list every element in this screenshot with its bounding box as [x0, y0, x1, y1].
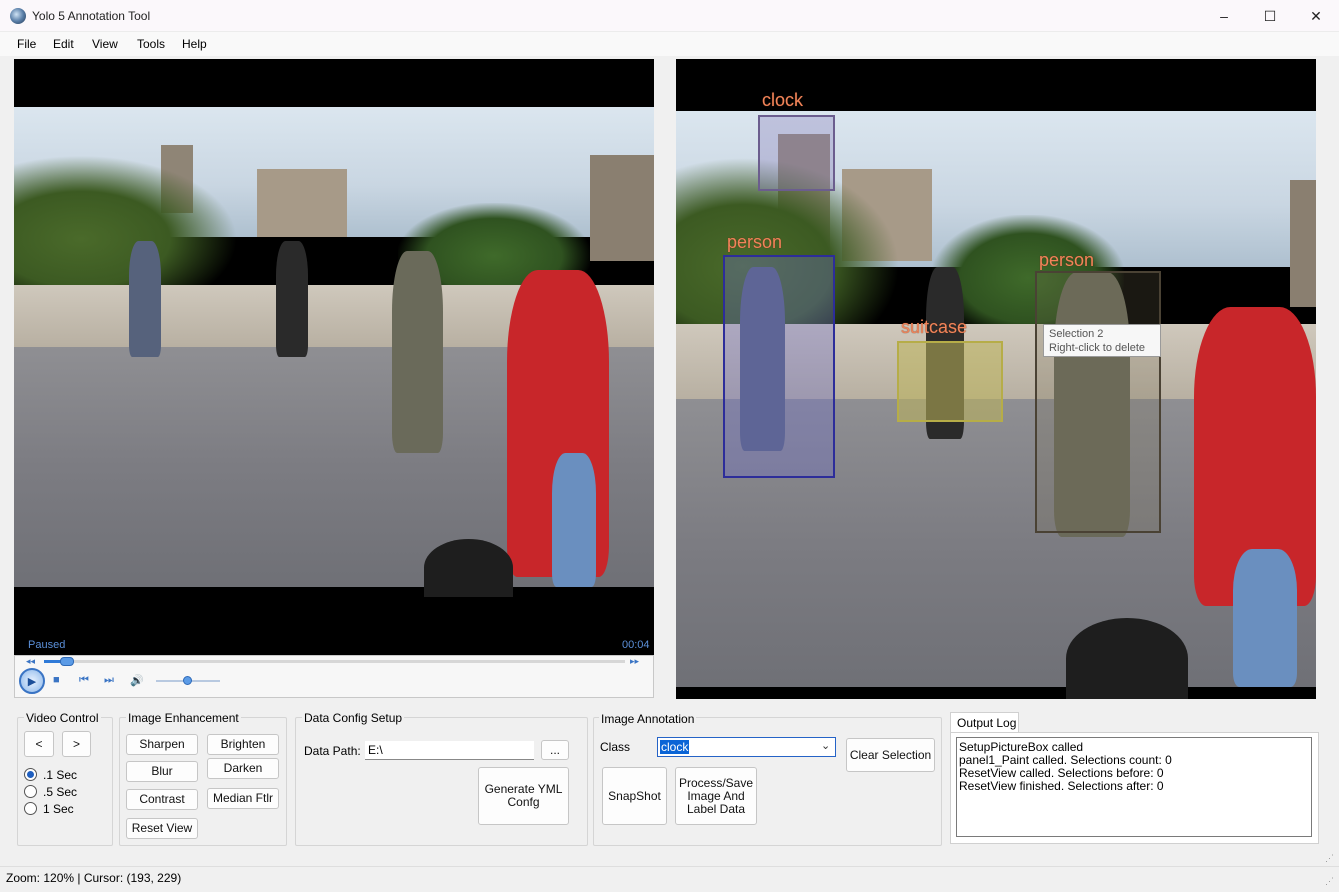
bbox-label-suitcase: suitcase	[901, 317, 968, 337]
class-select[interactable]: clock ⌄	[657, 737, 836, 757]
selection-tooltip: Selection 2 Right-click to delete	[1043, 324, 1161, 357]
menu-file[interactable]: File	[17, 37, 36, 51]
video-control-title: Video Control	[24, 711, 101, 725]
menu-help[interactable]: Help	[182, 37, 207, 51]
step-back-button[interactable]: <	[24, 731, 54, 757]
resize-grip-icon[interactable]: ⋰	[1325, 853, 1334, 864]
data-path-input[interactable]	[365, 741, 534, 760]
seek-bar[interactable]	[44, 660, 625, 663]
process-save-line-3: Label Data	[686, 801, 746, 816]
next-icon[interactable]: ⏭	[104, 674, 114, 687]
radio-05-sec[interactable]	[24, 785, 37, 798]
reset-view-button[interactable]: Reset View	[126, 818, 198, 839]
generate-yml-button[interactable]: Generate YML Confg	[478, 767, 569, 825]
radio-01-sec-label: .1 Sec	[43, 768, 78, 782]
image-enhancement-title: Image Enhancement	[126, 711, 241, 725]
fast-forward-icon[interactable]: ▸▸	[630, 656, 639, 667]
image-annotation-title: Image Annotation	[599, 712, 697, 726]
radio-1-sec-label: 1 Sec	[43, 802, 74, 816]
bbox-person-2[interactable]	[1035, 271, 1161, 533]
title-bar	[0, 0, 1339, 32]
process-save-line-2: Image And	[687, 788, 745, 803]
maximize-button[interactable]: ☐	[1247, 0, 1293, 32]
radio-05-sec-label: .5 Sec	[43, 785, 78, 799]
contrast-button[interactable]: Contrast	[126, 789, 198, 810]
window-title: Yolo 5 Annotation Tool	[32, 9, 151, 23]
play-icon: ▶	[27, 675, 37, 688]
status-text: Zoom: 120% | Cursor: (193, 229)	[6, 871, 182, 885]
class-select-value: clock	[660, 740, 690, 754]
previous-icon[interactable]: ⏮	[79, 674, 89, 687]
status-bar	[0, 866, 1339, 892]
player-time: 00:04	[622, 639, 650, 651]
bbox-label-person-2: person	[1039, 250, 1095, 270]
tab-output-log[interactable]: Output Log	[950, 712, 1019, 733]
stop-icon[interactable]: ■	[53, 674, 60, 686]
chevron-down-icon: ⌄	[821, 740, 831, 752]
output-log-tab-label: Output Log	[957, 716, 1017, 730]
process-save-line-1: Process/Save	[678, 775, 754, 790]
class-label: Class	[600, 740, 631, 754]
clear-selection-button[interactable]: Clear Selection	[846, 738, 935, 772]
radio-01-sec[interactable]	[24, 768, 37, 781]
tooltip-line-1: Selection 2	[1049, 328, 1104, 340]
tooltip-line-2: Right-click to delete	[1049, 342, 1145, 354]
volume-icon[interactable]: 🔊	[130, 674, 144, 687]
step-forward-button[interactable]: >	[62, 731, 91, 757]
bbox-label-person-1: person	[727, 232, 783, 252]
video-player[interactable]	[14, 59, 654, 655]
snapshot-button[interactable]: SnapShot	[602, 767, 667, 825]
volume-thumb[interactable]	[183, 676, 192, 685]
brighten-button[interactable]: Brighten	[207, 734, 279, 755]
bbox-suitcase[interactable]	[897, 341, 1003, 422]
bbox-clock[interactable]	[758, 115, 835, 191]
sharpen-button[interactable]: Sharpen	[126, 734, 198, 755]
menu-view[interactable]: View	[92, 37, 118, 51]
player-state: Paused	[28, 639, 66, 651]
radio-1-sec[interactable]	[24, 802, 37, 815]
bbox-label-clock: clock	[762, 90, 804, 110]
generate-yml-line-2: Confg	[507, 795, 540, 809]
bbox-person-1[interactable]	[723, 255, 835, 478]
blur-button[interactable]: Blur	[126, 761, 198, 782]
video-frame	[14, 107, 654, 597]
darken-button[interactable]: Darken	[207, 758, 279, 779]
minimize-button[interactable]: –	[1201, 0, 1247, 32]
menu-tools[interactable]: Tools	[137, 37, 165, 51]
process-save-button[interactable]: Process/Save Image And Label Data	[675, 767, 757, 825]
seek-thumb[interactable]	[60, 657, 74, 666]
status-grip-icon[interactable]: ⋰	[1325, 876, 1334, 887]
median-filter-button[interactable]: Median Ftlr	[207, 788, 279, 809]
play-button[interactable]: ▶	[19, 668, 45, 694]
log-line: ResetView finished. Selections after: 0	[959, 779, 1164, 793]
output-log-text[interactable]: SetupPictureBox called panel1_Paint call…	[956, 737, 1312, 837]
data-config-title: Data Config Setup	[302, 711, 405, 725]
close-button[interactable]: ✕	[1293, 0, 1339, 32]
rewind-icon[interactable]: ◂◂	[26, 656, 35, 667]
app-icon	[10, 8, 26, 24]
data-path-label: Data Path:	[304, 744, 361, 758]
menu-edit[interactable]: Edit	[53, 37, 74, 51]
browse-button[interactable]: ...	[541, 740, 569, 760]
